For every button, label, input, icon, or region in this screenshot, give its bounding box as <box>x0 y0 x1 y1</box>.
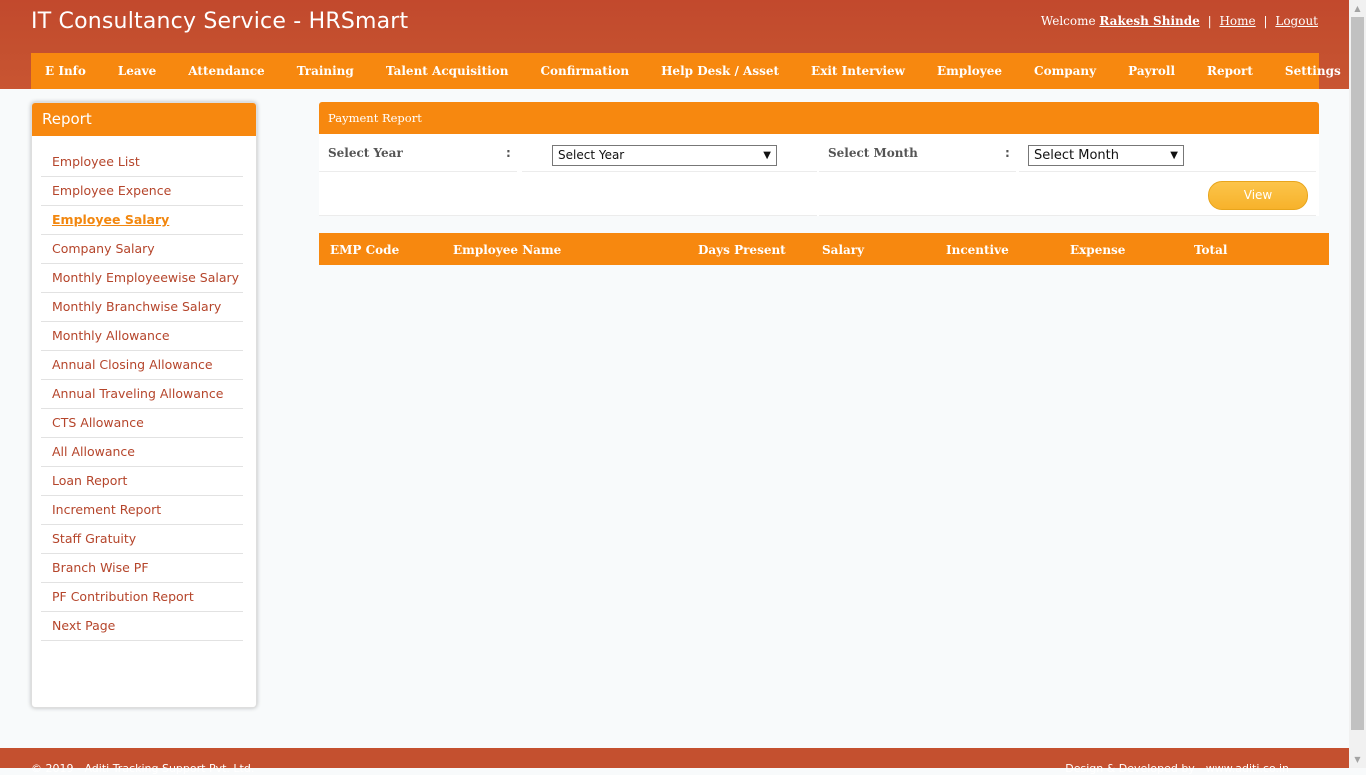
nav-item-help-desk-asset[interactable]: Help Desk / Asset <box>645 64 795 78</box>
sidebar-item-employee-expence[interactable]: Employee Expence <box>41 177 243 206</box>
year-label: Select Year <box>328 146 403 160</box>
main-nav: E Info Leave Attendance Training Talent … <box>31 53 1341 89</box>
column-header-days-present[interactable]: Days Present <box>698 233 786 268</box>
nav-item-training[interactable]: Training <box>281 64 370 78</box>
sidebar-item-monthly-employeewise-salary[interactable]: Monthly Employeewise Salary <box>41 264 243 293</box>
sidebar-item-annual-closing-allowance[interactable]: Annual Closing Allowance <box>41 351 243 380</box>
panel-title: Payment Report <box>319 102 1319 134</box>
nav-item-e-info[interactable]: E Info <box>31 64 102 78</box>
sidebar-item-pf-contribution-report[interactable]: PF Contribution Report <box>41 583 243 612</box>
year-select[interactable]: Select Year ▼ <box>552 145 777 166</box>
nav-item-exit-interview[interactable]: Exit Interview <box>795 64 921 78</box>
nav-item-company[interactable]: Company <box>1018 64 1112 78</box>
sidebar-item-cts-allowance[interactable]: CTS Allowance <box>41 409 243 438</box>
chevron-down-icon: ▼ <box>763 150 771 161</box>
month-colon: : <box>1005 146 1010 160</box>
report-sidebar: Report Employee List Employee Expence Em… <box>31 102 257 708</box>
nav-item-employee[interactable]: Employee <box>921 64 1018 78</box>
column-header-employee-name[interactable]: Employee Name <box>453 233 561 268</box>
month-label-cell: Select Month <box>819 134 1016 172</box>
sidebar-item-next-page[interactable]: Next Page <box>41 612 243 641</box>
footer-credit: Design & Developed by - www.aditi.co.in <box>1065 762 1289 775</box>
payment-report-panel: Payment Report Select Year : Select Year… <box>319 102 1319 216</box>
nav-item-settings[interactable]: Settings <box>1269 64 1357 78</box>
action-left-cell <box>319 172 817 216</box>
nav-item-leave[interactable]: Leave <box>102 64 172 78</box>
view-button[interactable]: View <box>1208 181 1308 210</box>
sidebar-item-employee-list[interactable]: Employee List <box>41 148 243 177</box>
column-header-expense[interactable]: Expense <box>1070 233 1125 268</box>
home-link[interactable]: Home <box>1219 14 1255 28</box>
sidebar-item-company-salary[interactable]: Company Salary <box>41 235 243 264</box>
scrollbar-thumb[interactable] <box>1351 17 1364 730</box>
welcome-label: Welcome <box>1040 14 1096 28</box>
column-header-emp-code[interactable]: EMP Code <box>330 233 399 268</box>
nav-item-payroll[interactable]: Payroll <box>1112 64 1191 78</box>
action-row: View <box>319 172 1319 216</box>
app-header: IT Consultancy Service - HRSmart Welcome… <box>0 0 1349 89</box>
nav-item-attendance[interactable]: Attendance <box>172 64 280 78</box>
year-colon: : <box>506 146 511 160</box>
separator: | <box>1263 14 1268 28</box>
sidebar-item-loan-report[interactable]: Loan Report <box>41 467 243 496</box>
sidebar-list: Employee List Employee Expence Employee … <box>41 148 243 641</box>
nav-item-report[interactable]: Report <box>1191 64 1269 78</box>
column-header-total[interactable]: Total <box>1194 233 1227 268</box>
page-footer: © 2019 - Aditi Tracking Support Pvt. Ltd… <box>0 748 1349 775</box>
month-label: Select Month <box>828 146 918 160</box>
year-label-cell: Select Year <box>319 134 517 172</box>
sidebar-item-monthly-branchwise-salary[interactable]: Monthly Branchwise Salary <box>41 293 243 322</box>
sidebar-title: Report <box>32 103 256 136</box>
nav-item-talent-acquisition[interactable]: Talent Acquisition <box>370 64 525 78</box>
chevron-down-icon: ▼ <box>1170 150 1178 161</box>
month-select[interactable]: Select Month ▼ <box>1028 145 1184 166</box>
sidebar-item-increment-report[interactable]: Increment Report <box>41 496 243 525</box>
column-header-salary[interactable]: Salary <box>822 233 864 268</box>
app-title: IT Consultancy Service - HRSmart <box>31 9 409 34</box>
sidebar-item-branch-wise-pf[interactable]: Branch Wise PF <box>41 554 243 583</box>
user-name-link[interactable]: Rakesh Shinde <box>1099 14 1199 28</box>
scroll-down-icon[interactable]: ▼ <box>1349 751 1366 768</box>
salary-table-header: EMP Code Employee Name Days Present Sala… <box>319 233 1329 265</box>
sidebar-item-annual-traveling-allowance[interactable]: Annual Traveling Allowance <box>41 380 243 409</box>
separator: | <box>1207 14 1212 28</box>
logout-link[interactable]: Logout <box>1275 14 1318 28</box>
sidebar-item-staff-gratuity[interactable]: Staff Gratuity <box>41 525 243 554</box>
scroll-up-icon[interactable]: ▲ <box>1349 0 1366 17</box>
month-select-value: Select Month <box>1034 148 1119 163</box>
column-header-incentive[interactable]: Incentive <box>946 233 1009 268</box>
sidebar-item-all-allowance[interactable]: All Allowance <box>41 438 243 467</box>
welcome-bar: Welcome Rakesh Shinde | Home | Logout <box>1041 14 1318 28</box>
sidebar-item-employee-salary[interactable]: Employee Salary <box>41 206 243 235</box>
footer-copyright: © 2019 - Aditi Tracking Support Pvt. Ltd… <box>31 762 255 775</box>
page-scrollbar[interactable]: ▲ ▼ <box>1349 0 1366 768</box>
filter-row: Select Year : Select Year ▼ Select Month… <box>319 134 1319 172</box>
sidebar-item-monthly-allowance[interactable]: Monthly Allowance <box>41 322 243 351</box>
year-select-value: Select Year <box>558 148 625 162</box>
nav-item-confirmation[interactable]: Confirmation <box>524 64 645 78</box>
